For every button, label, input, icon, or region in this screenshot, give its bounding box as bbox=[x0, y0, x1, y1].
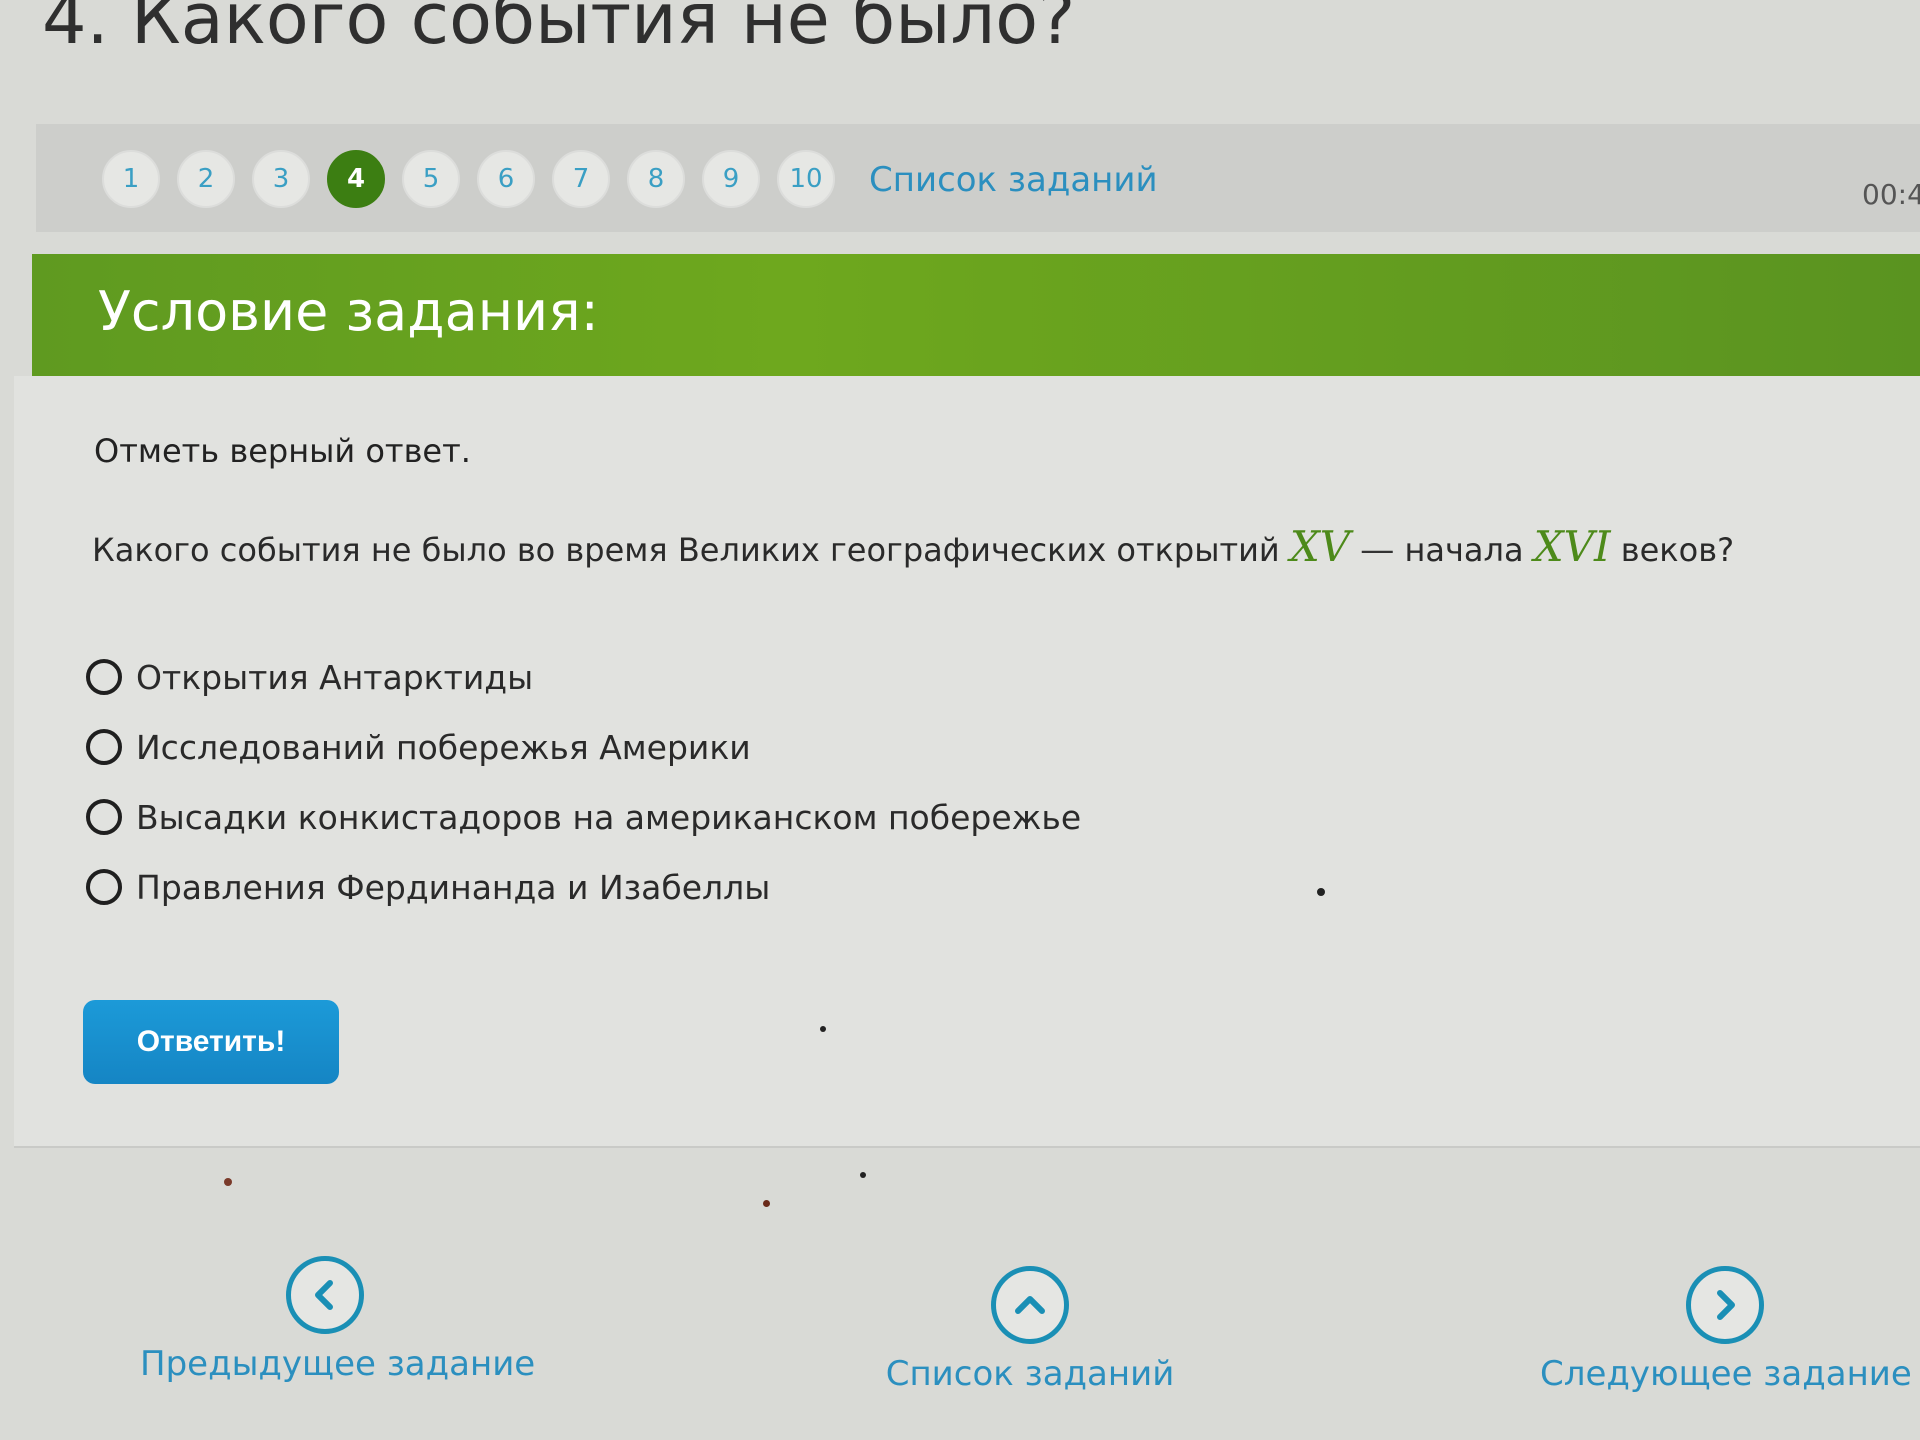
radio-button[interactable] bbox=[86, 729, 122, 765]
question-panel: Отметь верный ответ. Какого события не б… bbox=[14, 376, 1920, 1148]
answer-option[interactable]: Высадки конкистадоров на американском по… bbox=[86, 782, 1081, 852]
task-number-7[interactable]: 7 bbox=[552, 150, 610, 208]
question-part-2: начала bbox=[1404, 531, 1524, 569]
task-number-4-active[interactable]: 4 bbox=[327, 150, 385, 208]
question-part-3: веков? bbox=[1620, 531, 1735, 569]
chevron-left-circle-icon[interactable] bbox=[286, 1256, 364, 1334]
question-part-1: Какого события не было во время Великих … bbox=[92, 531, 1280, 569]
radio-button[interactable] bbox=[86, 799, 122, 835]
radio-button[interactable] bbox=[86, 659, 122, 695]
task-list-link[interactable]: Список заданий bbox=[869, 160, 1158, 200]
chevron-up-circle-icon[interactable] bbox=[991, 1266, 1069, 1344]
question-text: Какого события не было во время Великих … bbox=[92, 522, 1734, 571]
condition-header: Условие задания: 1 bbox=[32, 254, 1920, 376]
page-title: 4. Какого события не было? bbox=[42, 0, 1076, 60]
previous-task-label[interactable]: Предыдущее задание bbox=[140, 1344, 535, 1384]
radio-button[interactable] bbox=[86, 869, 122, 905]
instruction-text: Отметь верный ответ. bbox=[94, 432, 471, 470]
task-number-5[interactable]: 5 bbox=[402, 150, 460, 208]
roman-numeral-xvi: XVI bbox=[1533, 522, 1611, 571]
option-label[interactable]: Высадки конкистадоров на американском по… bbox=[136, 798, 1081, 837]
task-number-list: 1 2 3 4 5 6 7 8 9 10 bbox=[102, 150, 852, 208]
task-number-2[interactable]: 2 bbox=[177, 150, 235, 208]
screen-speck bbox=[860, 1172, 866, 1178]
screen-speck bbox=[820, 1026, 826, 1032]
task-list-button[interactable]: Список заданий bbox=[880, 1266, 1180, 1394]
task-number-10[interactable]: 10 bbox=[777, 150, 835, 208]
task-number-1[interactable]: 1 bbox=[102, 150, 160, 208]
chevron-right-circle-icon[interactable] bbox=[1686, 1266, 1764, 1344]
answer-option[interactable]: Исследований побережья Америки bbox=[86, 712, 1081, 782]
roman-numeral-xv: XV bbox=[1289, 522, 1351, 571]
next-task-label[interactable]: Следующее задание bbox=[1540, 1354, 1912, 1394]
answer-option[interactable]: Открытия Антарктиды bbox=[86, 642, 1081, 712]
option-label[interactable]: Исследований побережья Америки bbox=[136, 728, 751, 767]
screen-speck bbox=[224, 1178, 232, 1186]
task-list-label[interactable]: Список заданий bbox=[880, 1354, 1180, 1394]
option-label[interactable]: Правления Фердинанда и Изабеллы bbox=[136, 868, 770, 907]
previous-task-button[interactable]: Предыдущее задание bbox=[140, 1256, 535, 1384]
task-number-8[interactable]: 8 bbox=[627, 150, 685, 208]
task-navigation-bar: 1 2 3 4 5 6 7 8 9 10 Список заданий 00:4 bbox=[36, 124, 1920, 232]
screen-speck bbox=[763, 1200, 770, 1207]
task-number-3[interactable]: 3 bbox=[252, 150, 310, 208]
task-number-6[interactable]: 6 bbox=[477, 150, 535, 208]
answer-options: Открытия Антарктиды Исследований побереж… bbox=[86, 642, 1081, 922]
next-task-button[interactable]: Следующее задание bbox=[1540, 1266, 1912, 1394]
bottom-navigation: Предыдущее задание Список заданий Следую… bbox=[0, 1230, 1920, 1440]
question-dash: — bbox=[1360, 530, 1395, 570]
task-number-9[interactable]: 9 bbox=[702, 150, 760, 208]
condition-title: Условие задания: bbox=[98, 280, 599, 343]
timer: 00:4 bbox=[1862, 178, 1920, 211]
screen-speck bbox=[1317, 888, 1325, 896]
answer-button[interactable]: Ответить! bbox=[83, 1000, 339, 1084]
option-label[interactable]: Открытия Антарктиды bbox=[136, 658, 533, 697]
answer-option[interactable]: Правления Фердинанда и Изабеллы bbox=[86, 852, 1081, 922]
